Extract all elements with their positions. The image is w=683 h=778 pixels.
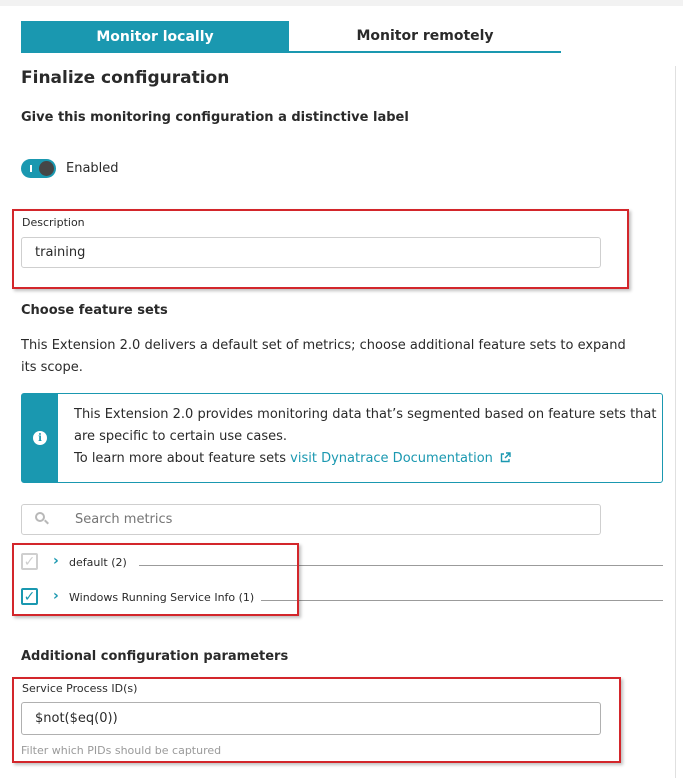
service-pid-input[interactable]: $not($eq(0)) <box>21 702 601 735</box>
tab-monitor-remotely[interactable]: Monitor remotely <box>289 21 561 53</box>
description-input[interactable]: training <box>21 237 601 268</box>
info-line-3: To learn more about feature sets visit D… <box>74 448 656 470</box>
info-box-sidebar: i <box>22 394 58 482</box>
label-prompt: Give this monitoring configuration a dis… <box>21 110 409 125</box>
enabled-toggle[interactable] <box>21 159 56 178</box>
feature-sets-heading: Choose feature sets <box>21 303 168 318</box>
enabled-label: Enabled <box>66 161 119 176</box>
toggle-on-indicator <box>30 165 32 172</box>
feature-sets-intro-line2: its scope. <box>21 360 83 375</box>
info-line-3-text: To learn more about feature sets <box>74 451 291 466</box>
metric-search-input[interactable] <box>75 510 575 529</box>
windows-service-feature-label: Windows Running Service Info (1) <box>69 591 255 604</box>
external-link-icon[interactable] <box>500 452 511 463</box>
panel-divider <box>675 66 676 778</box>
additional-params-heading: Additional configuration parameters <box>21 649 289 664</box>
feature-sets-info-box: i This Extension 2.0 provides monitoring… <box>21 393 663 483</box>
info-line-2: are specific to certain use cases. <box>74 429 288 444</box>
row-divider <box>261 600 663 601</box>
toggle-knob <box>39 161 54 176</box>
feature-set-row-default: ✓ › default (2) <box>21 553 663 573</box>
feature-set-row-windows: ✓ › Windows Running Service Info (1) <box>21 588 663 608</box>
service-pid-label: Service Process ID(s) <box>22 682 138 695</box>
page-title: Finalize configuration <box>21 68 230 88</box>
feature-sets-intro-line1: This Extension 2.0 delivers a default se… <box>21 338 626 353</box>
row-divider <box>139 565 663 566</box>
info-box-content: This Extension 2.0 provides monitoring d… <box>58 394 656 482</box>
documentation-link[interactable]: visit Dynatrace Documentation <box>290 451 493 466</box>
windows-service-checkbox[interactable]: ✓ <box>21 588 38 605</box>
metric-search <box>21 504 601 535</box>
service-pid-helper: Filter which PIDs should be captured <box>21 744 222 757</box>
description-label: Description <box>22 216 85 229</box>
top-strip <box>0 0 683 6</box>
chevron-right-icon[interactable]: › <box>53 553 59 569</box>
default-feature-label: default (2) <box>69 556 127 569</box>
search-icon <box>35 512 49 525</box>
default-checkbox[interactable]: ✓ <box>21 553 38 570</box>
info-icon: i <box>33 431 47 445</box>
chevron-right-icon[interactable]: › <box>53 588 59 604</box>
monitor-mode-tabs: Monitor locally Monitor remotely <box>21 21 561 53</box>
info-line-1: This Extension 2.0 provides monitoring d… <box>74 407 657 422</box>
tab-monitor-locally[interactable]: Monitor locally <box>21 21 289 53</box>
